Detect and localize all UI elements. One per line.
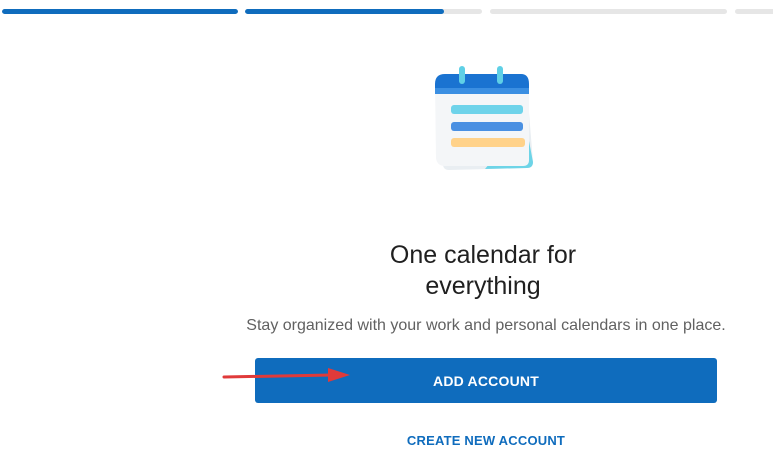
page-title-line-1: One calendar for [389,241,577,269]
page-title: One calendar for everything [283,240,683,302]
progress-step-1-fill [2,9,238,14]
progress-step-2 [245,9,482,14]
progress-step-1 [2,9,238,14]
create-new-account-button[interactable]: CREATE NEW ACCOUNT [386,428,586,452]
red-arrow-icon [222,366,352,386]
page-title-line-2: everything [425,272,541,300]
progress-step-4 [735,9,773,14]
calendar-notepad-icon [425,62,545,182]
page-subtitle: Stay organized with your work and person… [246,317,726,334]
progress-step-3 [490,9,727,14]
progress-step-2-fill [245,9,445,14]
